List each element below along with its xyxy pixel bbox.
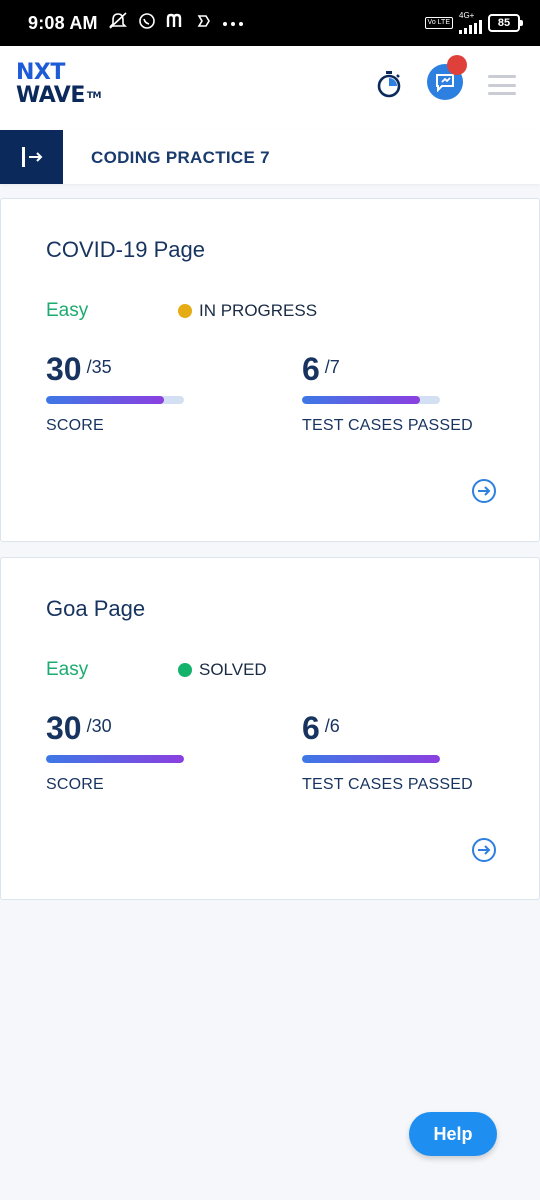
volte-badge: Vo LTE <box>424 17 453 29</box>
status-time: 9:08 AM <box>28 12 98 33</box>
score-progress-bar <box>46 396 184 404</box>
nxtwave-logo[interactable]: NXT WAVE TM <box>16 62 116 110</box>
status-label: SOLVED <box>199 660 267 679</box>
tests-value: 6 <box>302 710 320 746</box>
whatsapp-icon <box>138 12 156 35</box>
tests-total: /7 <box>324 357 340 377</box>
timer-icon[interactable] <box>376 70 402 98</box>
signal-indicator: 4G+ <box>459 12 482 34</box>
help-label: Help <box>433 1123 473 1144</box>
score-total: /30 <box>86 716 112 736</box>
practice-bar: CODING PRACTICE 7 <box>0 130 540 184</box>
tests-metric: 6/7 TEST CASES PASSED <box>302 351 522 435</box>
score-value: 30 <box>46 710 82 746</box>
score-progress-bar <box>46 755 184 763</box>
score-total: /35 <box>86 357 112 377</box>
score-value: 30 <box>46 351 82 387</box>
m-app-icon <box>166 13 186 34</box>
tests-progress-fill <box>302 396 421 404</box>
status-dot <box>178 304 192 318</box>
logo-text-top: NXT <box>16 60 65 85</box>
sidebar-toggle-button[interactable] <box>0 130 63 184</box>
difficulty-label: Easy <box>46 300 89 321</box>
score-progress-fill <box>46 396 165 404</box>
status-dot <box>178 663 192 677</box>
network-type: 4G+ <box>459 11 475 20</box>
difficulty-label: Easy <box>46 659 89 680</box>
signal-icon <box>459 20 482 34</box>
tests-metric: 6/6 TEST CASES PASSED <box>302 710 522 794</box>
open-question-button[interactable] <box>471 837 497 863</box>
practice-title: CODING PRACTICE 7 <box>91 148 270 167</box>
score-label: SCORE <box>46 417 104 434</box>
app-icon <box>196 13 212 34</box>
menu-icon[interactable] <box>488 75 516 95</box>
chat-icon <box>436 74 454 92</box>
tests-total: /6 <box>324 716 340 736</box>
arrow-right-circle-icon <box>472 838 496 862</box>
card-title[interactable]: COVID-19 Page <box>46 237 205 263</box>
battery-icon: 85 <box>488 14 523 32</box>
expand-arrow-icon <box>21 147 42 167</box>
open-question-button[interactable] <box>471 478 497 504</box>
tests-progress-bar <box>302 755 440 763</box>
status-label: IN PROGRESS <box>199 301 318 320</box>
tests-label: TEST CASES PASSED <box>302 776 473 793</box>
tests-label: TEST CASES PASSED <box>302 417 473 434</box>
app-header: NXT WAVE TM <box>0 46 540 130</box>
status-right: Vo LTE 4G+ 85 <box>424 12 523 34</box>
question-card[interactable]: Goa Page Easy SOLVED 30/30 SCORE 6/6 TES… <box>0 557 540 900</box>
score-metric: 30/35 SCORE <box>46 351 266 435</box>
battery-level: 85 <box>497 17 511 29</box>
score-progress-fill <box>46 755 184 763</box>
help-button[interactable]: Help <box>409 1112 497 1156</box>
status-bar: 9:08 AM Vo LTE 4G+ 85 <box>0 0 540 46</box>
tests-value: 6 <box>302 351 320 387</box>
card-title[interactable]: Goa Page <box>46 596 145 622</box>
tests-progress-fill <box>302 755 440 763</box>
score-label: SCORE <box>46 776 104 793</box>
mute-icon <box>108 11 128 35</box>
tests-progress-bar <box>302 396 440 404</box>
more-dots-icon <box>222 14 244 32</box>
status-icons <box>108 11 244 35</box>
arrow-right-circle-icon <box>472 479 496 503</box>
question-card[interactable]: COVID-19 Page Easy IN PROGRESS 30/35 SCO… <box>0 198 540 542</box>
score-metric: 30/30 SCORE <box>46 710 266 794</box>
logo-text-bottom: WAVE TM <box>16 83 101 108</box>
notification-dot <box>447 55 467 75</box>
